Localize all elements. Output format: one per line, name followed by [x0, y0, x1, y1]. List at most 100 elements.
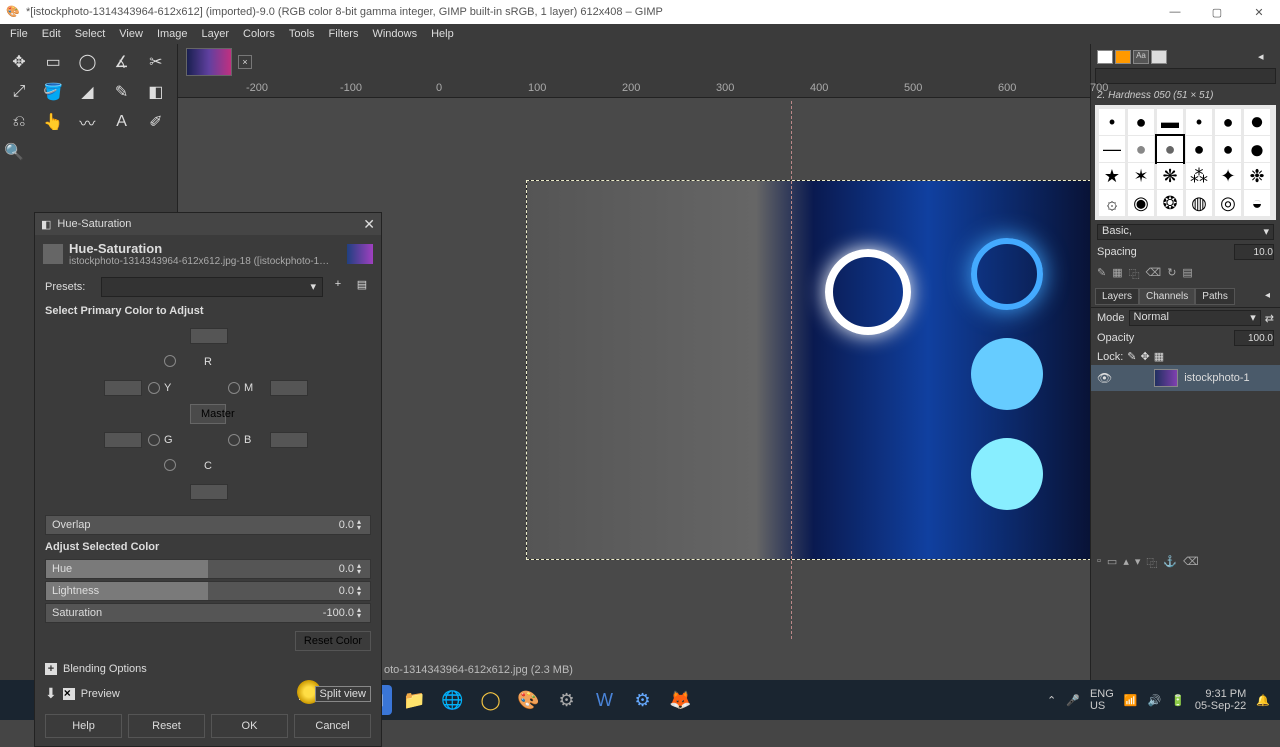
- move-tool[interactable]: ✥: [4, 48, 34, 76]
- layer-visibility-icon[interactable]: 👁: [1097, 371, 1112, 385]
- menu-edit[interactable]: Edit: [36, 26, 67, 42]
- brush-filter-input[interactable]: [1095, 68, 1276, 84]
- open-brush-icon[interactable]: ▤: [1182, 266, 1192, 282]
- layer-up-icon[interactable]: ▴: [1123, 555, 1129, 571]
- swatch-b[interactable]: [270, 432, 308, 448]
- tray-date[interactable]: 05-Sep-22: [1195, 700, 1246, 712]
- brush-item[interactable]: ⁂: [1186, 163, 1212, 189]
- preset-menu-button[interactable]: ▤: [353, 278, 371, 296]
- brush-item-selected[interactable]: ●: [1157, 136, 1183, 162]
- radio-r[interactable]: [164, 355, 176, 367]
- blending-expand-icon[interactable]: +: [45, 663, 57, 675]
- swatch-c[interactable]: [190, 484, 228, 500]
- rect-select-tool[interactable]: ▭: [38, 48, 68, 76]
- eraser-tool[interactable]: ◧: [141, 78, 171, 106]
- radio-c[interactable]: [164, 459, 176, 471]
- tray-wifi-icon[interactable]: 📶: [1124, 694, 1138, 707]
- duplicate-brush-icon[interactable]: ⿻: [1129, 266, 1140, 282]
- lock-alpha-icon[interactable]: ▦: [1154, 350, 1164, 363]
- brush-item[interactable]: ◒: [1244, 190, 1270, 216]
- dock-menu-icon[interactable]: ◂: [1258, 50, 1274, 64]
- delete-brush-icon[interactable]: ⌫: [1146, 266, 1162, 282]
- brush-preset-combo[interactable]: Basic,: [1097, 224, 1274, 240]
- master-button[interactable]: Master: [190, 404, 226, 424]
- brush-item[interactable]: ◉: [1128, 190, 1154, 216]
- minimize-button[interactable]: —: [1160, 6, 1190, 19]
- spacing-input[interactable]: [1234, 244, 1274, 260]
- brush-item[interactable]: ●: [1215, 136, 1241, 162]
- brush-item[interactable]: ❉: [1244, 163, 1270, 189]
- menu-help[interactable]: Help: [425, 26, 460, 42]
- brush-item[interactable]: ✦: [1215, 163, 1241, 189]
- image-tab-thumbnail[interactable]: [186, 48, 232, 76]
- tray-kbd[interactable]: US: [1090, 700, 1114, 712]
- free-select-tool[interactable]: ◯: [72, 48, 102, 76]
- menu-view[interactable]: View: [113, 26, 149, 42]
- split-view-divider[interactable]: [791, 101, 792, 639]
- measure-tool[interactable]: ∡: [107, 48, 137, 76]
- path-tool[interactable]: 〰: [72, 108, 102, 136]
- tray-time[interactable]: 9:31 PM: [1195, 688, 1246, 700]
- menu-image[interactable]: Image: [151, 26, 194, 42]
- taskbar-gimp[interactable]: 🦊: [666, 685, 696, 715]
- saturation-spinner[interactable]: ▴▾: [354, 607, 364, 619]
- brush-item[interactable]: ●: [1244, 136, 1270, 162]
- layer-group-icon[interactable]: ▭: [1107, 555, 1117, 571]
- swatch-orange[interactable]: [1115, 50, 1131, 64]
- bucket-tool[interactable]: 🪣: [38, 78, 68, 106]
- radio-g[interactable]: [148, 434, 160, 446]
- gradient-tool[interactable]: ◢: [72, 78, 102, 106]
- swatch-aa[interactable]: Aa: [1133, 50, 1149, 64]
- new-brush-icon[interactable]: ▦: [1112, 266, 1122, 282]
- text-tool[interactable]: A: [107, 108, 137, 136]
- canvas[interactable]: [526, 180, 1090, 560]
- tab-channels[interactable]: Channels: [1139, 288, 1195, 305]
- brush-item[interactable]: ★: [1099, 163, 1125, 189]
- refresh-brush-icon[interactable]: ↻: [1167, 266, 1176, 282]
- brush-item[interactable]: ▬: [1157, 109, 1183, 135]
- brush-item[interactable]: ●: [1215, 109, 1241, 135]
- lock-pixels-icon[interactable]: ✎: [1127, 350, 1136, 363]
- reset-button[interactable]: Reset: [128, 714, 205, 738]
- brush-item[interactable]: ●: [1244, 109, 1270, 135]
- radio-y[interactable]: [148, 382, 160, 394]
- tabs-menu-icon[interactable]: ◂: [1259, 288, 1276, 305]
- tray-chevron-icon[interactable]: ⌃: [1047, 694, 1056, 707]
- clone-tool[interactable]: ⎌: [4, 108, 34, 136]
- tab-layers[interactable]: Layers: [1095, 288, 1139, 305]
- maximize-button[interactable]: ▢: [1202, 6, 1232, 19]
- color-picker-tool[interactable]: ✐: [141, 108, 171, 136]
- menu-layer[interactable]: Layer: [196, 26, 236, 42]
- duplicate-layer-icon[interactable]: ⿻: [1146, 555, 1157, 571]
- transform-tool[interactable]: ⤢: [4, 78, 34, 106]
- hue-slider[interactable]: Hue 0.0 ▴▾: [45, 559, 371, 579]
- taskbar-explorer[interactable]: 📁: [400, 685, 430, 715]
- swatch-white[interactable]: [1097, 50, 1113, 64]
- preview-checkbox[interactable]: [63, 688, 75, 700]
- image-tab-close[interactable]: ×: [238, 55, 252, 69]
- taskbar-edge[interactable]: 🌐: [438, 685, 468, 715]
- brush-item[interactable]: ●: [1128, 109, 1154, 135]
- save-preset-icon[interactable]: ⬇: [45, 685, 57, 702]
- taskbar-word[interactable]: W: [590, 685, 620, 715]
- taskbar-settings[interactable]: ⚙: [552, 685, 582, 715]
- swatch-y[interactable]: [104, 380, 142, 396]
- pencil-tool[interactable]: ✎: [107, 78, 137, 106]
- tray-mic-icon[interactable]: 🎤: [1066, 694, 1080, 707]
- add-preset-button[interactable]: +: [329, 278, 347, 296]
- blending-options-label[interactable]: Blending Options: [63, 663, 147, 675]
- menu-tools[interactable]: Tools: [283, 26, 321, 42]
- dialog-close-button[interactable]: ✕: [363, 216, 375, 233]
- edit-brush-icon[interactable]: ✎: [1097, 266, 1106, 282]
- zoom-tool[interactable]: 🔍: [4, 138, 34, 166]
- reset-color-button[interactable]: Reset Color: [295, 631, 371, 651]
- mode-switch-icon[interactable]: ⇄: [1265, 312, 1274, 325]
- brush-item[interactable]: ●: [1128, 136, 1154, 162]
- menu-file[interactable]: File: [4, 26, 34, 42]
- delete-layer-icon[interactable]: ⌫: [1183, 555, 1199, 571]
- tab-paths[interactable]: Paths: [1195, 288, 1235, 305]
- brush-item[interactable]: ❂: [1157, 190, 1183, 216]
- crop-tool[interactable]: ✂: [141, 48, 171, 76]
- overlap-slider[interactable]: Overlap 0.0 ▴▾: [45, 515, 371, 535]
- lightness-slider[interactable]: Lightness 0.0 ▴▾: [45, 581, 371, 601]
